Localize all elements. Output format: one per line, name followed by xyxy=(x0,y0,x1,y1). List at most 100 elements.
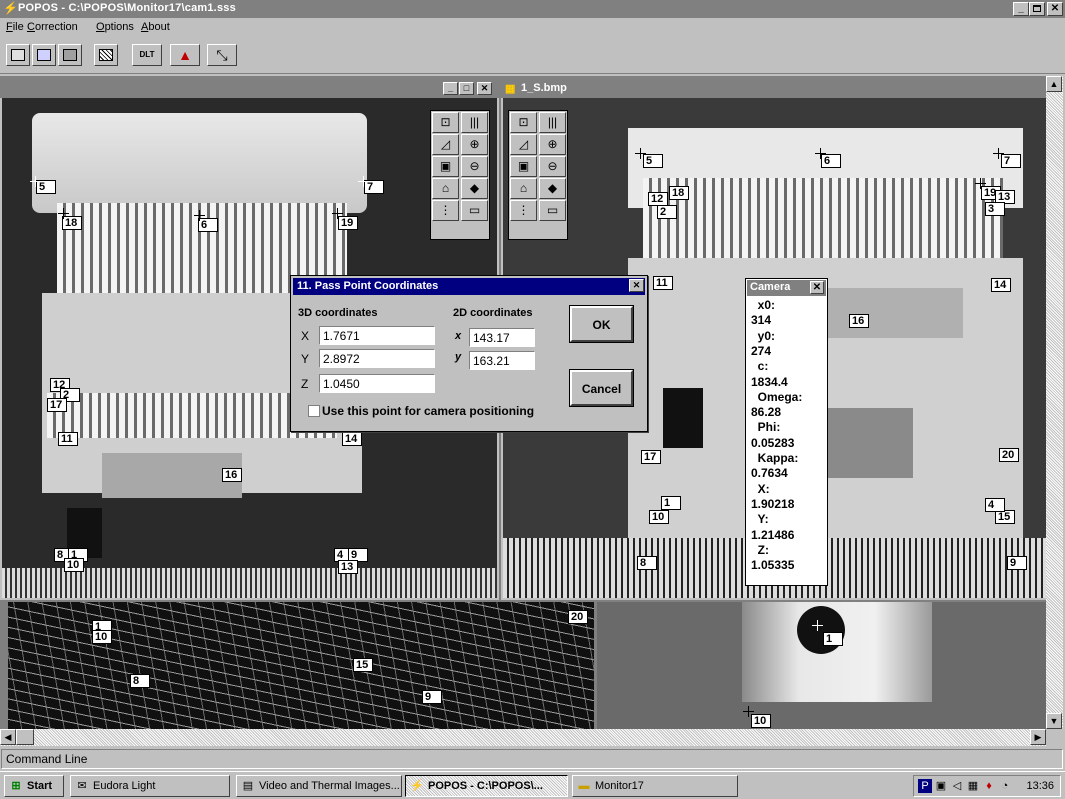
window-icon[interactable]: ▭ xyxy=(461,200,488,221)
diamond-icon[interactable]: ◆ xyxy=(461,178,488,199)
save-icon[interactable] xyxy=(58,44,82,66)
scroll-up-icon[interactable]: ▲ xyxy=(1046,76,1062,92)
zoom-out-icon[interactable]: ⊖ xyxy=(461,156,488,177)
left-close-button[interactable]: ✕ xyxy=(477,82,492,95)
edge-lines-icon[interactable]: ⋮ xyxy=(432,200,459,221)
vertical-scrollbar[interactable]: ▲ ▼ xyxy=(1046,76,1063,729)
point-label[interactable]: 1 xyxy=(661,496,681,510)
point-label[interactable]: 1 xyxy=(823,632,843,646)
grid-icon[interactable] xyxy=(94,44,118,66)
y-field[interactable] xyxy=(319,349,435,368)
open-icon[interactable] xyxy=(32,44,56,66)
point-label[interactable]: 2 xyxy=(657,205,677,219)
horizontal-scrollbar[interactable]: ◀ ▶ xyxy=(0,729,1046,746)
point-label[interactable]: 8 xyxy=(637,556,657,570)
point-label[interactable]: 14 xyxy=(991,278,1011,292)
vertical-lines-icon[interactable]: ||| xyxy=(461,112,488,133)
left-minimize-button[interactable]: _ xyxy=(443,82,458,95)
camera-icon[interactable]: ⌂ xyxy=(510,178,537,199)
point-label[interactable]: 10 xyxy=(64,558,84,572)
edge-lines-icon[interactable]: ⋮ xyxy=(510,200,537,221)
task-monitor17[interactable]: ▬ Monitor17 xyxy=(572,775,738,797)
y2d-field[interactable] xyxy=(469,351,535,370)
point-label[interactable]: 4 xyxy=(985,498,1005,512)
diamond-icon[interactable]: ◆ xyxy=(539,178,566,199)
menu-about[interactable]: About xyxy=(141,21,170,33)
point-label[interactable]: 14 xyxy=(342,432,362,446)
clock[interactable]: 13:36 xyxy=(1026,780,1054,792)
task-eudora[interactable]: ✉ Eudora Light xyxy=(70,775,230,797)
start-button[interactable]: ⊞ Start xyxy=(4,775,64,797)
point-label[interactable]: 15 xyxy=(353,658,373,672)
x-field[interactable] xyxy=(319,326,435,345)
camera-close-button[interactable]: ✕ xyxy=(810,281,824,294)
zoom-in-icon[interactable]: ⊕ xyxy=(539,134,566,155)
camera-positioning-checkbox[interactable] xyxy=(308,405,320,417)
point-label[interactable]: 9 xyxy=(1007,556,1027,570)
point-label[interactable]: 3 xyxy=(985,202,1005,216)
scroll-thumb[interactable] xyxy=(16,729,34,745)
network-icon[interactable]: ▦ xyxy=(966,779,980,793)
camera-triangle-icon[interactable]: ▲ xyxy=(170,44,200,66)
dialog-close-button[interactable]: ✕ xyxy=(629,279,644,292)
select-region-icon[interactable]: ⊡ xyxy=(432,112,459,133)
vertical-lines-icon[interactable]: ||| xyxy=(539,112,566,133)
new-icon[interactable] xyxy=(6,44,30,66)
zoom-out-icon[interactable]: ⊖ xyxy=(539,156,566,177)
measure-icon[interactable]: ◿ xyxy=(432,134,459,155)
zoom-image-window[interactable]: 1 10 xyxy=(597,602,1046,729)
point-label[interactable]: 10 xyxy=(649,510,669,524)
menu-file[interactable]: File xyxy=(6,21,24,33)
z-field[interactable] xyxy=(319,374,435,393)
point-label[interactable]: 15 xyxy=(995,510,1015,524)
point-label[interactable]: 10 xyxy=(92,630,112,644)
dlt-button[interactable]: DLT xyxy=(132,44,162,66)
scroll-right-icon[interactable]: ▶ xyxy=(1030,729,1046,745)
point-label[interactable]: 13 xyxy=(338,560,358,574)
ok-button[interactable]: OK xyxy=(569,305,634,343)
point-label[interactable]: 20 xyxy=(568,610,588,624)
minimize-button[interactable]: _ xyxy=(1013,2,1029,16)
left-maximize-button[interactable]: □ xyxy=(459,82,474,95)
point-label[interactable]: 16 xyxy=(222,468,242,482)
point-label[interactable]: 12 xyxy=(648,192,668,206)
task-popos[interactable]: ⚡ POPOS - C:\POPOS\... xyxy=(405,775,568,797)
close-button[interactable]: ✕ xyxy=(1047,2,1063,16)
scroll-left-icon[interactable]: ◀ xyxy=(0,729,16,745)
alert-icon[interactable]: ♦ xyxy=(982,779,996,793)
window-icon[interactable]: ▭ xyxy=(539,200,566,221)
point-label[interactable]: 18 xyxy=(669,186,689,200)
point-label[interactable]: 8 xyxy=(130,674,150,688)
x2d-field[interactable] xyxy=(469,328,535,347)
zoom-in-icon[interactable]: ⊕ xyxy=(461,134,488,155)
image-icon[interactable]: ▣ xyxy=(432,156,459,177)
image-icon[interactable]: ▣ xyxy=(510,156,537,177)
point-label[interactable]: 17 xyxy=(47,398,67,412)
measure-icon[interactable]: ◿ xyxy=(510,134,537,155)
edge-image-window[interactable]: 1 10 20 15 8 9 xyxy=(8,602,594,729)
menu-options[interactable]: Options xyxy=(96,21,134,33)
point-label[interactable]: 17 xyxy=(641,450,661,464)
task-video-thermal[interactable]: ▤ Video and Thermal Images... xyxy=(236,775,402,797)
menu-correction[interactable]: Correction xyxy=(27,21,78,33)
point-label[interactable]: 11 xyxy=(653,276,673,290)
display-icon[interactable]: ▣ xyxy=(934,779,948,793)
pi-icon[interactable]: P xyxy=(918,779,932,793)
maximize-button[interactable] xyxy=(1029,2,1045,16)
point-label[interactable]: 9 xyxy=(422,690,442,704)
select-region-icon[interactable]: ⊡ xyxy=(510,112,537,133)
point-label[interactable]: 11 xyxy=(58,432,78,446)
cancel-button[interactable]: Cancel xyxy=(569,369,634,407)
point-label[interactable]: 10 xyxy=(751,714,771,728)
point-label[interactable]: 20 xyxy=(999,448,1019,462)
point-label[interactable]: 7 xyxy=(1001,154,1021,168)
point-label[interactable]: 5 xyxy=(643,154,663,168)
command-line[interactable]: Command Line xyxy=(1,749,1063,769)
scheduler-icon[interactable]: ◔ xyxy=(998,779,1012,793)
camera-icon[interactable]: ⌂ xyxy=(432,178,459,199)
popos-app-icon[interactable]: ⚡ xyxy=(3,2,18,15)
speaker-icon[interactable]: ◁ xyxy=(950,779,964,793)
point-label[interactable]: 16 xyxy=(849,314,869,328)
scroll-down-icon[interactable]: ▼ xyxy=(1046,713,1062,729)
resize-arrow-icon[interactable]: ⤡ xyxy=(207,44,237,66)
